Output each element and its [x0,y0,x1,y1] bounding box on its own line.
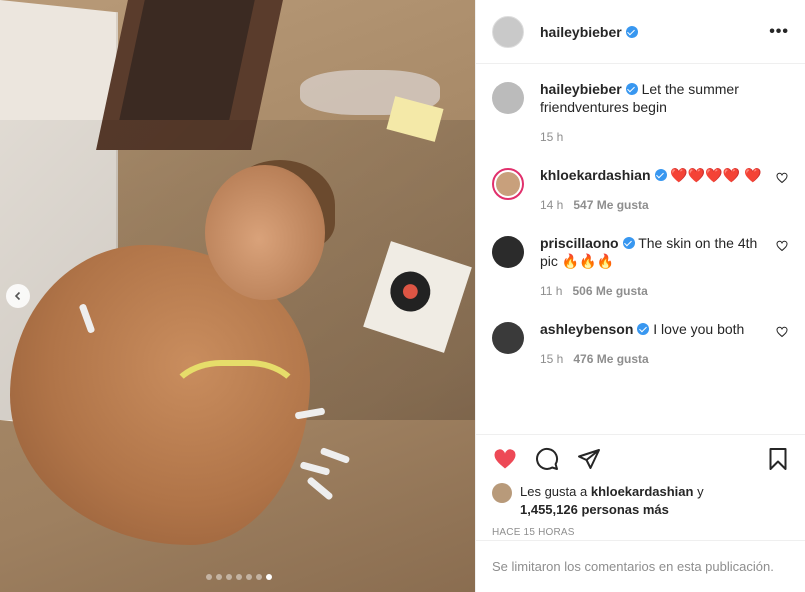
heart-outline-icon [776,240,788,252]
comment-button[interactable] [534,447,560,471]
heart-filled-icon [494,449,516,469]
photo-paint-tube [299,461,331,476]
likes-summary: Les gusta a khloekardashian y 1,455,126 … [492,483,790,519]
post-panel: haileybieber ••• haileybieber Let the su… [475,0,805,592]
carousel-dot [266,574,272,580]
comment-icon [536,447,559,470]
bookmark-icon [769,448,787,470]
save-button[interactable] [766,446,790,472]
post-header: haileybieber ••• [476,0,805,64]
comments-limited-notice: Se limitaron los comentarios en esta pub… [476,540,805,592]
avatar[interactable] [492,483,512,503]
post-image[interactable] [0,0,475,592]
likes-user[interactable]: khloekardashian [591,484,694,499]
comment-time[interactable]: 11 h [540,284,562,298]
photo-bikini [165,360,305,470]
likes-count[interactable]: 1,455,126 personas más [520,502,669,517]
list-item: ashleybenson I love you both 15 h 476 Me … [492,320,790,368]
header-username-text[interactable]: haileybieber [540,24,622,40]
verified-badge-icon [654,169,667,181]
carousel-dot [236,574,242,580]
chevron-left-icon [14,291,21,301]
verified-badge-icon [622,237,635,249]
verified-badge-icon [637,323,650,335]
post-timestamp[interactable]: HACE 15 HORAS [492,527,790,538]
comments-list[interactable]: haileybieber Let the summer friendventur… [476,64,805,434]
send-icon [578,449,600,469]
post-actions: Les gusta a khloekardashian y 1,455,126 … [476,434,805,538]
comment-username[interactable]: ashleybenson [540,321,633,337]
comment-username[interactable]: khloekardashian [540,167,651,183]
like-button[interactable] [492,447,518,471]
carousel-prev-button[interactable] [6,284,30,308]
header-username[interactable]: haileybieber [540,24,638,40]
photo-paint-tube [306,476,334,501]
comment-like-button[interactable] [776,326,790,368]
avatar[interactable] [492,15,524,48]
verified-badge-icon [625,83,638,95]
avatar[interactable] [492,322,524,354]
carousel-dot [256,574,262,580]
heart-outline-icon [776,326,788,338]
caption-time[interactable]: 15 h [540,130,563,144]
caption-username[interactable]: haileybieber [540,81,622,97]
carousel-dot [216,574,222,580]
likes-connector: y [697,484,704,499]
comment-likes[interactable]: 506 Me gusta [572,284,647,298]
likes-prefix: Les gusta a [520,484,588,499]
photo-paint-tube [319,447,351,464]
list-item: priscillaono The skin on the 4th pic 🔥🔥🔥… [492,234,790,300]
carousel-dot [246,574,252,580]
more-options-icon[interactable]: ••• [769,23,789,41]
comment-time[interactable]: 15 h [540,352,563,366]
heart-outline-icon [776,172,788,184]
photo-person-head [205,165,325,300]
verified-badge-icon [625,25,638,38]
avatar[interactable] [492,236,524,268]
carousel-dots [206,574,272,580]
comment-likes[interactable]: 476 Me gusta [573,352,648,366]
carousel-dot [226,574,232,580]
caption: haileybieber Let the summer friendventur… [492,80,790,146]
list-item: khloekardashian ❤️❤️❤️❤️ ❤️ 14 h 547 Me g… [492,166,790,214]
comment-time[interactable]: 14 h [540,198,563,212]
comment-like-button[interactable] [776,172,790,214]
share-button[interactable] [576,447,602,471]
avatar[interactable] [492,168,524,200]
comment-text: I love you both [653,321,745,337]
comment-text: ❤️❤️❤️❤️ ❤️ [670,167,762,183]
comment-like-button[interactable] [776,240,790,300]
carousel-dot [206,574,212,580]
avatar[interactable] [492,82,524,114]
comment-likes[interactable]: 547 Me gusta [573,198,648,212]
comment-username[interactable]: priscillaono [540,235,619,251]
